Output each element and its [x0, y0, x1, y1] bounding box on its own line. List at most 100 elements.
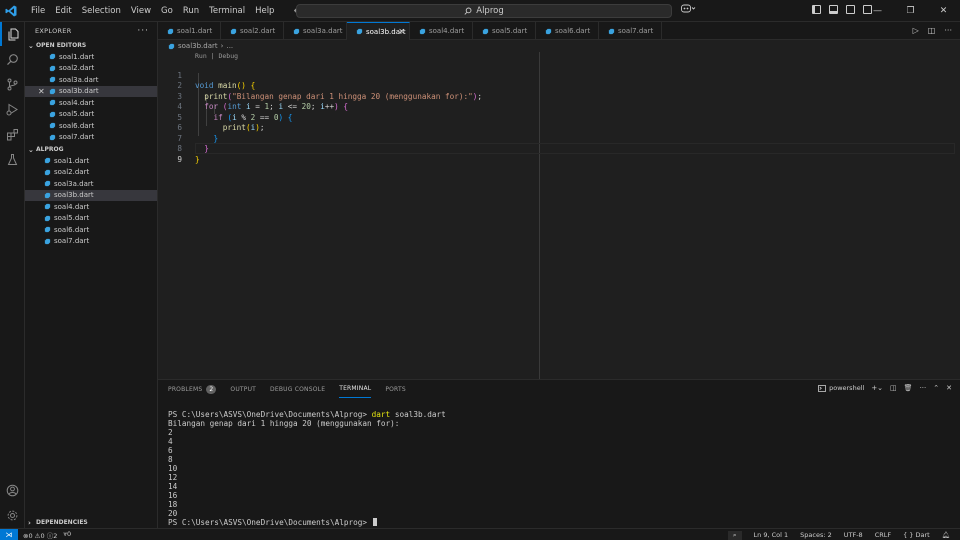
breadcrumb-file[interactable]: soal3b.dart: [178, 42, 218, 50]
close-window-icon[interactable]: ✕: [927, 0, 960, 22]
toggle-panel-icon[interactable]: [829, 5, 838, 14]
terminal-output-line: 8: [168, 455, 173, 464]
new-terminal-icon[interactable]: +⌄: [871, 384, 883, 392]
testing-icon[interactable]: [0, 147, 25, 171]
more-actions-icon[interactable]: ···: [944, 26, 952, 35]
run-debug-icon[interactable]: [0, 97, 25, 121]
code-line-6: 6 }: [158, 113, 960, 143]
file-label: soal2.dart: [59, 64, 95, 73]
tab-terminal[interactable]: TERMINAL: [339, 380, 372, 398]
extensions-icon[interactable]: [0, 122, 25, 146]
open-editor-item[interactable]: soal6.dart: [25, 120, 157, 132]
dart-file-icon: [49, 77, 56, 83]
explorer-icon[interactable]: [0, 22, 25, 46]
tab-label: OUTPUT: [230, 385, 257, 393]
project-file-item[interactable]: soal1.dart: [25, 155, 157, 167]
kill-terminal-icon[interactable]: 🗑: [904, 384, 913, 392]
menu-run[interactable]: Run: [178, 0, 204, 22]
tab-soal3b[interactable]: soal3b.dart ✕: [347, 22, 410, 40]
tab-soal4[interactable]: soal4.dart: [410, 22, 473, 40]
more-actions-icon[interactable]: ···: [137, 26, 149, 36]
project-file-item[interactable]: soal5.dart: [25, 213, 157, 225]
maximize-panel-icon[interactable]: ⌃: [933, 384, 939, 392]
account-icon[interactable]: [0, 478, 25, 502]
tab-problems[interactable]: PROBLEMS 2: [168, 380, 217, 398]
terminal-output[interactable]: PS C:\Users\ASVS\OneDrive\Documents\Alpr…: [168, 410, 446, 527]
terminal-command-arg: soal3b.dart: [394, 410, 446, 419]
shell-name: powershell: [829, 384, 865, 392]
more-actions-icon[interactable]: ···: [920, 384, 927, 392]
open-editor-item-active[interactable]: ✕ soal3b.dart: [25, 85, 157, 97]
menu-view[interactable]: View: [126, 0, 156, 22]
dart-file-icon: [44, 192, 51, 198]
open-editor-item[interactable]: soal5.dart: [25, 109, 157, 121]
tab-output[interactable]: OUTPUT: [230, 380, 256, 398]
restore-icon[interactable]: ❐: [894, 0, 927, 22]
encoding[interactable]: UTF-8: [844, 531, 863, 539]
menu-selection[interactable]: Selection: [77, 0, 126, 22]
tab-debug-console[interactable]: DEBUG CONSOLE: [270, 380, 325, 398]
code-editor[interactable]: Run | Debug 1 void main() { 2 print("Bil…: [158, 52, 960, 379]
toggle-primary-sidebar-icon[interactable]: [812, 5, 821, 14]
tab-soal6[interactable]: soal6.dart: [536, 22, 599, 40]
sidebar-title: EXPLORER: [35, 27, 72, 35]
close-icon[interactable]: ✕: [38, 87, 45, 96]
warning-count: 0: [40, 531, 45, 540]
breadcrumb-symbols[interactable]: ...: [226, 42, 233, 50]
open-editor-item[interactable]: soal4.dart: [25, 97, 157, 109]
close-panel-icon[interactable]: ✕: [946, 384, 952, 392]
tab-ports[interactable]: PORTS: [385, 380, 406, 398]
ports-status[interactable]: ⩔0: [63, 530, 71, 540]
notifications-bell-icon[interactable]: 🔔︎: [942, 531, 950, 539]
code-line-5: 5 print(i);: [158, 102, 960, 133]
close-tab-icon[interactable]: ✕: [398, 27, 405, 36]
settings-gear-icon[interactable]: [0, 503, 25, 527]
cursor-position[interactable]: Ln 9, Col 1: [754, 531, 789, 539]
split-terminal-icon[interactable]: ◫: [890, 384, 897, 392]
minimize-icon[interactable]: —: [861, 0, 894, 22]
project-file-item-active[interactable]: soal3b.dart: [25, 189, 157, 201]
menu-edit[interactable]: Edit: [50, 0, 76, 22]
project-file-item[interactable]: soal4.dart: [25, 201, 157, 213]
language-mode[interactable]: { } Dart: [903, 531, 930, 539]
code-line-1: 1 void main() {: [158, 60, 960, 91]
tab-soal3a[interactable]: soal3a.dart: [284, 22, 347, 40]
project-file-item[interactable]: soal6.dart: [25, 224, 157, 236]
end-of-line[interactable]: CRLF: [875, 531, 891, 539]
tab-soal2[interactable]: soal2.dart: [221, 22, 284, 40]
menu-file[interactable]: File: [26, 0, 50, 22]
menu-terminal[interactable]: Terminal: [204, 0, 250, 22]
remote-indicator-icon[interactable]: ⋊: [0, 528, 18, 540]
dart-file-icon: [167, 28, 174, 34]
open-editor-item[interactable]: soal2.dart: [25, 63, 157, 75]
tab-soal1[interactable]: soal1.dart: [158, 22, 221, 40]
project-folder-header[interactable]: ⌄ ALPROG: [25, 144, 157, 155]
open-editor-item[interactable]: soal7.dart: [25, 132, 157, 144]
command-center-search[interactable]: Alprog: [296, 4, 672, 18]
tab-soal5[interactable]: soal5.dart: [473, 22, 536, 40]
search-sidebar-icon[interactable]: [0, 47, 25, 71]
tab-label: soal7.dart: [618, 27, 654, 35]
project-file-item[interactable]: soal7.dart: [25, 236, 157, 248]
open-editors-header[interactable]: ⌄ OPEN EDITORS: [25, 40, 157, 51]
menu-help[interactable]: Help: [250, 0, 279, 22]
project-file-item[interactable]: soal3a.dart: [25, 178, 157, 190]
terminal-profile[interactable]: powershell: [818, 384, 864, 392]
menu-go[interactable]: Go: [156, 0, 178, 22]
run-file-icon[interactable]: ▷: [913, 26, 919, 35]
project-file-item[interactable]: soal2.dart: [25, 167, 157, 179]
split-editor-icon[interactable]: ◫: [928, 26, 936, 35]
terminal-final-prompt-line: PS C:\Users\ASVS\OneDrive\Documents\Alpr…: [168, 518, 446, 527]
open-editor-item[interactable]: soal1.dart: [25, 51, 157, 63]
problems-status[interactable]: ⊗0 ⚠0 ⓘ2: [23, 530, 57, 540]
open-editor-item[interactable]: soal3a.dart: [25, 74, 157, 86]
toggle-secondary-sidebar-icon[interactable]: [846, 5, 855, 14]
dependencies-header[interactable]: › DEPENDENCIES: [25, 517, 158, 528]
source-control-icon[interactable]: [0, 72, 25, 96]
copilot-icon[interactable]: [681, 4, 696, 16]
codelens-run-debug[interactable]: Run | Debug: [195, 52, 238, 60]
dart-file-icon: [482, 28, 489, 34]
zoom-icon[interactable]: ⌕: [727, 530, 742, 540]
tab-soal7[interactable]: soal7.dart: [599, 22, 662, 40]
indentation[interactable]: Spaces: 2: [800, 531, 832, 539]
